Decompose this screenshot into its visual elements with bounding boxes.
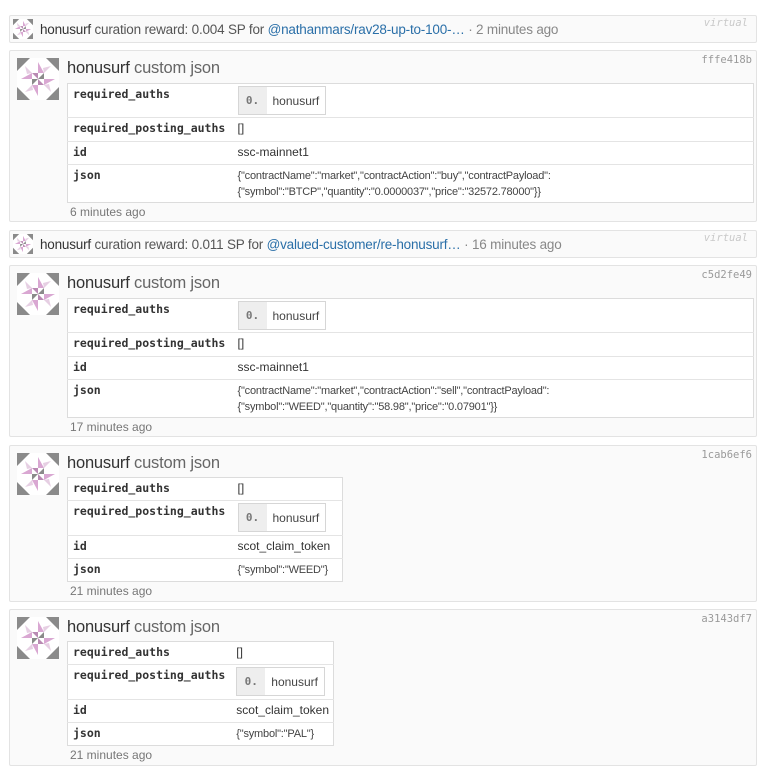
param-value: []	[237, 481, 245, 495]
username-link[interactable]: honusurf	[67, 274, 130, 292]
operation-type: custom json	[134, 454, 220, 472]
json-line: {"contractName":"market","contractAction…	[237, 385, 550, 397]
virtual-tag: virtual	[703, 232, 748, 244]
param-key: id	[67, 141, 234, 165]
param-key: required_auths	[73, 645, 170, 659]
operation-type: custom json	[134, 618, 220, 636]
transaction-hash[interactable]: 1cab6ef6	[701, 449, 752, 461]
json-value: {"symbol":"WEED"}	[233, 558, 343, 582]
param-value: ssc-mainnet1	[233, 356, 754, 380]
operation-card: c5d2fe49 honusurf custom json required_a…	[9, 265, 757, 437]
auth-account[interactable]: honusurf	[267, 302, 326, 329]
auth-index: 0.	[238, 302, 267, 329]
auth-account[interactable]: honusurf	[267, 504, 326, 531]
auth-item: 0. honusurf	[237, 86, 327, 115]
operation-type: custom json	[134, 274, 220, 292]
param-key: json	[67, 164, 234, 203]
operation-title: honusurf custom json	[67, 618, 220, 637]
post-link[interactable]: @nathanmars/rav28-up-to-100-…	[268, 22, 465, 37]
param-key: required_posting_auths	[67, 664, 233, 700]
transaction-hash[interactable]: a3143df7	[701, 613, 752, 625]
operation-card: a3143df7 honusurf custom json required_a…	[9, 609, 757, 766]
param-key: required_posting_auths	[67, 332, 234, 357]
operation-params-table: required_auths 0. honusurf required_post…	[67, 298, 754, 418]
param-key: required_posting_auths	[67, 117, 234, 142]
username-link[interactable]: honusurf	[40, 22, 91, 37]
auth-index: 0.	[237, 668, 266, 695]
json-line: {"contractName":"market","contractAction…	[237, 170, 551, 182]
operation-type: custom json	[134, 59, 220, 77]
param-key: json	[67, 722, 233, 746]
param-key: json	[67, 379, 234, 418]
param-value: scot_claim_token	[233, 535, 343, 559]
username-link[interactable]: honusurf	[40, 237, 91, 252]
json-value: {"symbol":"PAL"}	[232, 722, 334, 746]
virtual-tag: virtual	[703, 17, 748, 29]
timestamp: 21 minutes ago	[70, 748, 153, 762]
timestamp: · 2 minutes ago	[468, 22, 559, 37]
operation-title: honusurf custom json	[67, 454, 220, 473]
timestamp: · 16 minutes ago	[464, 237, 562, 252]
timestamp: 17 minutes ago	[70, 420, 153, 434]
username-link[interactable]: honusurf	[67, 618, 130, 636]
auth-item: 0. honusurf	[237, 503, 327, 532]
param-key: required_posting_auths	[67, 500, 234, 536]
post-link[interactable]: @valued-customer/re-honusurf…	[267, 237, 461, 252]
virtual-op-text: honusurf curation reward: 0.011 SP for @…	[40, 237, 562, 252]
json-line: {"symbol":"BTCP","quantity":"0.0000037",…	[237, 186, 542, 198]
param-value: []	[233, 332, 754, 357]
auth-index: 0.	[238, 87, 267, 114]
timestamp: 21 minutes ago	[70, 584, 153, 598]
param-value: scot_claim_token	[232, 699, 334, 723]
reward-text: curation reward: 0.004 SP for	[94, 22, 265, 37]
auth-account[interactable]: honusurf	[265, 668, 324, 695]
user-avatar-icon[interactable]	[17, 58, 59, 100]
operation-title: honusurf custom json	[67, 59, 220, 78]
operation-params-table: required_auths [] required_posting_auths…	[67, 641, 334, 746]
param-value: ssc-mainnet1	[233, 141, 754, 165]
operation-card: fffe418b honusurf custom json required_a…	[9, 50, 757, 222]
auth-index: 0.	[238, 504, 267, 531]
json-value: {"contractName":"market","contractAction…	[233, 164, 754, 203]
virtual-op-row: honusurf curation reward: 0.011 SP for @…	[9, 230, 757, 258]
auth-account[interactable]: honusurf	[267, 87, 326, 114]
transaction-hash[interactable]: fffe418b	[701, 54, 752, 66]
username-link[interactable]: honusurf	[67, 454, 130, 472]
param-value: []	[233, 117, 754, 142]
user-avatar-icon[interactable]	[17, 453, 59, 495]
param-key: id	[67, 356, 234, 380]
json-line: {"symbol":"WEED","quantity":"58.98","pri…	[237, 401, 498, 413]
operation-card: 1cab6ef6 honusurf custom json required_a…	[9, 445, 757, 602]
auth-item: 0. honusurf	[237, 301, 327, 330]
auth-item: 0. honusurf	[236, 667, 325, 696]
operation-params-table: required_auths [] required_posting_auths…	[67, 477, 343, 582]
user-avatar-icon[interactable]	[17, 273, 59, 315]
param-key: required_auths	[73, 302, 170, 316]
user-avatar-icon[interactable]	[13, 19, 33, 39]
operation-title: honusurf custom json	[67, 274, 220, 293]
param-key: id	[67, 699, 233, 723]
timestamp: 6 minutes ago	[70, 205, 146, 219]
param-key: required_auths	[73, 481, 170, 495]
username-link[interactable]: honusurf	[67, 59, 130, 77]
transaction-hash[interactable]: c5d2fe49	[701, 269, 752, 281]
operation-params-table: required_auths 0. honusurf required_post…	[67, 83, 754, 203]
user-avatar-icon[interactable]	[13, 234, 33, 254]
virtual-op-row: honusurf curation reward: 0.004 SP for @…	[9, 15, 757, 43]
param-key: id	[67, 535, 234, 559]
user-avatar-icon[interactable]	[17, 617, 59, 659]
virtual-op-text: honusurf curation reward: 0.004 SP for @…	[40, 22, 558, 37]
param-value: []	[236, 645, 243, 659]
param-key: required_auths	[73, 87, 170, 101]
json-value: {"contractName":"market","contractAction…	[233, 379, 754, 418]
param-key: json	[67, 558, 234, 582]
reward-text: curation reward: 0.011 SP for	[94, 237, 264, 252]
